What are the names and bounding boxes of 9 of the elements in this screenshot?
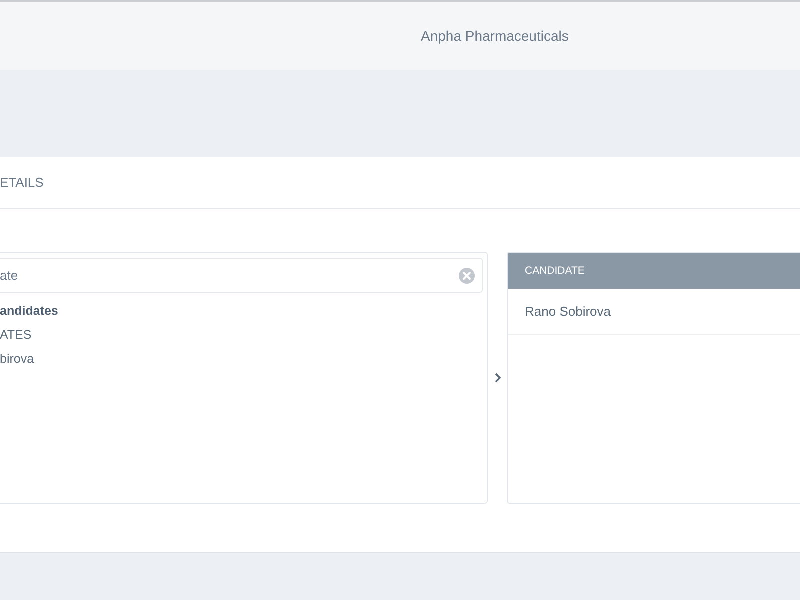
list-group-label: andidates [0,303,60,320]
table-cell: Rano Sobirova [525,304,611,319]
list-option[interactable]: birova [0,347,483,371]
list-heading: ATES [0,327,33,344]
search-field[interactable]: ate [0,258,483,293]
company-name: Anpha Pharmaceuticals [421,28,569,44]
chevron-right-icon[interactable] [494,373,500,383]
column-header: CANDIDATE [525,265,585,277]
section-title: ETAILS [0,175,44,190]
